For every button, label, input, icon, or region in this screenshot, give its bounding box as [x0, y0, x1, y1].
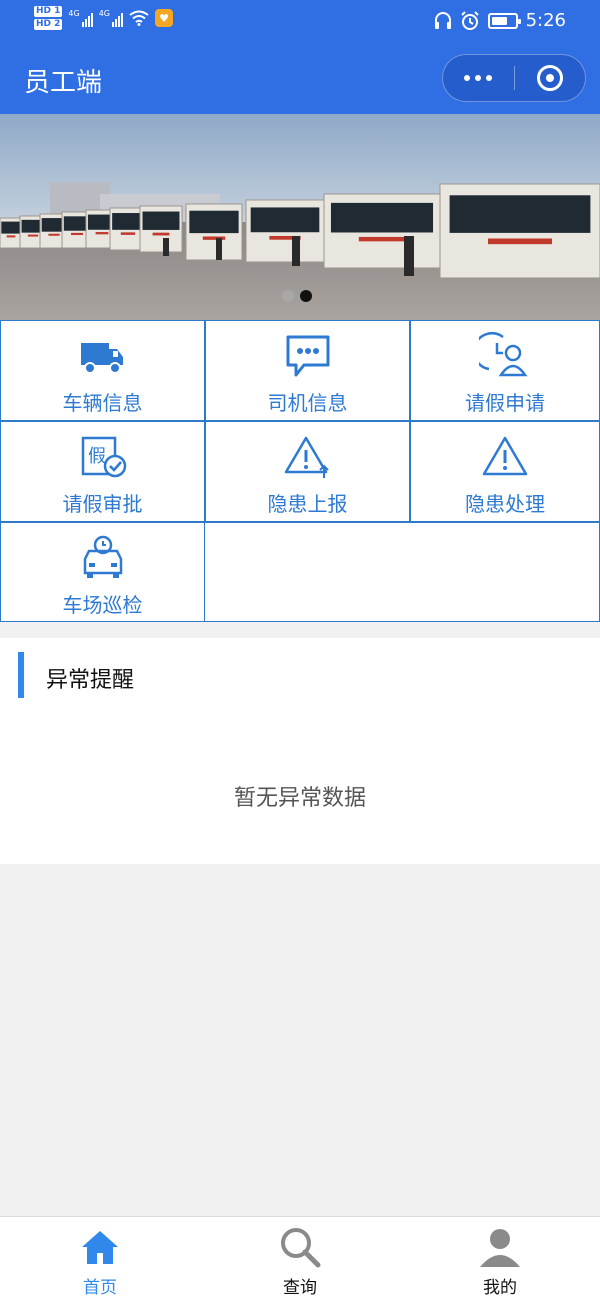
battery-fill — [491, 16, 507, 25]
menu-label: 请假审批 — [62, 492, 143, 516]
bus-windshield — [142, 211, 180, 230]
network-type-2: 4G — [98, 9, 110, 18]
nav-bar: 员工端 — [0, 44, 600, 114]
bus-stripe — [488, 238, 552, 245]
alerts-section: 异常提醒 暂无异常数据 — [0, 638, 600, 864]
menu-hazard-handling[interactable]: 隐患处理 — [410, 421, 600, 522]
signal-icon-2: 4G — [99, 9, 123, 27]
hd1-badge: HD 1 — [34, 6, 63, 17]
menu-hazard-report[interactable]: 隐患上报 — [205, 421, 410, 522]
menu-leave-approval[interactable]: 假 请假审批 — [0, 421, 205, 522]
menu-label: 请假申请 — [465, 391, 545, 415]
menu-label: 车场巡检 — [62, 593, 143, 617]
status-right: 5:26 — [434, 10, 566, 31]
tab-label: 查询 — [283, 1278, 317, 1298]
empty-grid-cell — [205, 522, 600, 622]
bus-stripe — [6, 235, 16, 238]
hd2-badge: HD 2 — [34, 19, 63, 30]
status-bar: HD 1 HD 2 4G 4G ♥ 5:26 — [0, 0, 600, 44]
battery-icon — [487, 12, 521, 29]
bus-windshield — [189, 210, 239, 234]
bus-stripe — [120, 232, 136, 235]
mini-program-capsule — [442, 54, 586, 102]
page-title: 员工端 — [24, 68, 103, 98]
bus-windshield — [112, 213, 144, 230]
bus-stripe — [27, 234, 39, 237]
function-grid: 车辆信息 司机信息 请假申请 假 请假审批 隐患上报 隐患处理 车场巡检 — [0, 320, 600, 622]
carousel-dot[interactable] — [282, 290, 294, 302]
alerts-empty-text: 暂无异常数据 — [233, 786, 366, 811]
alarm-icon — [460, 10, 479, 30]
tab-home[interactable]: 首页 — [40, 1225, 160, 1298]
leave-approval-icon: 假 — [81, 436, 126, 478]
bus-stripe — [358, 236, 406, 242]
close-target-icon[interactable] — [515, 55, 586, 101]
tab-bar: 首页 查询 我的 — [0, 1216, 600, 1300]
svg-text:假: 假 — [88, 446, 106, 467]
carousel-dots — [282, 290, 312, 302]
menu-vehicle-info[interactable]: 车辆信息 — [0, 320, 205, 421]
bus-windshield — [250, 207, 320, 233]
bus-windshield — [449, 195, 591, 233]
app-badge-icon: ♥ — [155, 9, 173, 27]
search-icon — [281, 1228, 321, 1268]
banner-carousel[interactable] — [0, 114, 600, 320]
bus-windshield — [330, 202, 434, 233]
menu-leave-request[interactable]: 请假申请 — [410, 320, 600, 421]
alerts-title: 异常提醒 — [46, 668, 135, 693]
carousel-dot-active[interactable] — [300, 290, 312, 302]
headphones-icon — [434, 11, 451, 29]
menu-label: 隐患处理 — [465, 492, 545, 516]
chat-bubble-icon — [286, 335, 329, 377]
network-type-1: 4G — [68, 9, 80, 18]
menu-label: 隐患上报 — [267, 492, 348, 516]
bus-stripe — [71, 232, 83, 236]
tab-mine[interactable]: 我的 — [440, 1225, 560, 1298]
section-accent-bar — [18, 652, 24, 698]
clock-person-icon — [479, 332, 528, 377]
hd-indicators: HD 1 HD 2 — [34, 6, 63, 30]
bus-stripe — [48, 233, 60, 236]
truck-icon — [80, 343, 123, 374]
menu-yard-inspection[interactable]: 车场巡检 — [0, 522, 205, 622]
menu-driver-info[interactable]: 司机信息 — [205, 320, 410, 421]
user-icon — [480, 1229, 520, 1267]
menu-label: 车辆信息 — [62, 391, 143, 415]
clock: 5:26 — [525, 10, 566, 31]
bus-stripe — [95, 232, 109, 235]
wifi-icon — [129, 10, 149, 26]
menu-label: 司机信息 — [267, 391, 348, 415]
bus-windshield — [1, 221, 21, 234]
home-icon — [82, 1231, 118, 1264]
warning-upload-icon — [284, 436, 329, 478]
tab-label: 首页 — [83, 1278, 117, 1298]
signal-icon: 4G — [68, 9, 93, 27]
more-icon[interactable] — [443, 55, 514, 101]
tab-search[interactable]: 查询 — [240, 1225, 360, 1298]
status-left: HD 1 HD 2 4G 4G ♥ — [34, 6, 173, 30]
car-inspection-icon — [83, 535, 122, 578]
tab-label: 我的 — [483, 1278, 517, 1298]
bus-stripe — [152, 232, 170, 236]
warning-icon — [482, 436, 528, 476]
